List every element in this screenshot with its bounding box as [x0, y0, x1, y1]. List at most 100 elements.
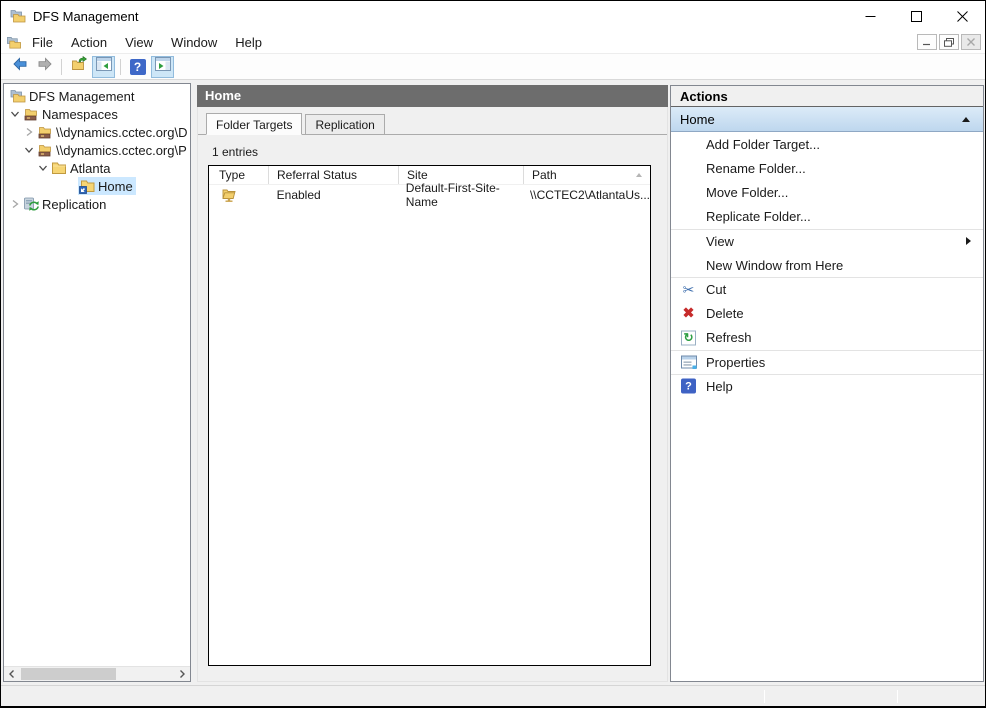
child-window-controls — [917, 34, 981, 50]
back-button[interactable] — [8, 56, 31, 78]
tree-item-label: Atlanta — [70, 161, 110, 176]
menu-view[interactable]: View — [117, 33, 161, 52]
scroll-right-icon[interactable] — [174, 667, 190, 681]
tree-item-label: DFS Management — [29, 89, 135, 104]
tree-item-home[interactable]: Home — [4, 177, 190, 195]
result-pane-body: Folder Targets Replication 1 entries Typ… — [197, 107, 668, 682]
delete-icon: ✖ — [680, 305, 697, 322]
tree-item-replication[interactable]: Replication — [4, 195, 190, 213]
actions-pane-title: Actions — [671, 86, 983, 107]
action-refresh[interactable]: ↻ Refresh — [671, 326, 983, 350]
cut-icon: ✂ — [680, 281, 697, 298]
menubar: File Action View Window Help — [1, 31, 985, 54]
chevron-expanded-icon[interactable] — [36, 159, 50, 177]
action-cut[interactable]: ✂ Cut — [671, 277, 983, 301]
help-button[interactable]: ? — [126, 56, 149, 78]
actions-section-home[interactable]: Home — [671, 107, 983, 132]
console-tree-icon — [96, 57, 112, 76]
tree-item-label: \\dynamics.cctec.org\D — [56, 125, 188, 140]
main-area: DFS Management Namespaces — [1, 80, 985, 685]
help-icon: ? — [130, 59, 146, 75]
menu-file[interactable]: File — [24, 33, 61, 52]
statusbar-divider — [764, 690, 765, 703]
export-list-button[interactable] — [67, 56, 90, 78]
tabstrip: Folder Targets Replication — [198, 107, 667, 135]
console-tree-pane: DFS Management Namespaces — [3, 83, 191, 682]
statusbar — [1, 685, 985, 706]
forward-button[interactable] — [33, 56, 56, 78]
window-controls — [847, 1, 985, 31]
forward-icon — [37, 56, 53, 77]
tree-item-label: Namespaces — [42, 107, 118, 122]
scrollbar-thumb[interactable] — [21, 668, 116, 680]
action-new-window-from-here[interactable]: New Window from Here — [671, 253, 983, 277]
tree-item-label: Home — [98, 179, 133, 194]
statusbar-divider — [897, 690, 898, 703]
namespaces-icon — [23, 106, 39, 122]
chevron-collapsed-icon[interactable] — [8, 195, 22, 213]
collapse-section-icon[interactable] — [962, 117, 970, 122]
column-header-referral-status[interactable]: Referral Status — [269, 166, 399, 184]
result-pane: Home Folder Targets Replication 1 entrie… — [197, 85, 668, 682]
tree-item-namespace-d[interactable]: \\dynamics.cctec.org\D — [4, 123, 190, 141]
action-pane-icon — [155, 57, 171, 76]
scroll-left-icon[interactable] — [4, 667, 20, 681]
action-add-folder-target[interactable]: Add Folder Target... — [671, 132, 983, 156]
chevron-collapsed-icon[interactable] — [22, 123, 36, 141]
sort-ascending-icon — [636, 173, 642, 177]
chevron-spacer — [64, 177, 78, 195]
folder-targets-table: Type Referral Status Site Path — [208, 165, 651, 666]
show-hide-action-pane-button[interactable] — [151, 56, 174, 78]
result-pane-title: Home — [197, 85, 668, 107]
child-restore-button[interactable] — [939, 34, 959, 50]
entries-count-label: 1 entries — [212, 145, 667, 159]
child-minimize-button[interactable] — [917, 34, 937, 50]
actions-pane: Actions Home Add Folder Target... Rename… — [670, 85, 984, 682]
properties-icon — [680, 354, 697, 371]
toolbar-separator — [120, 59, 121, 75]
tree-item-label: Replication — [42, 197, 106, 212]
dfs-root-icon — [10, 88, 26, 104]
tree-horizontal-scrollbar[interactable] — [4, 666, 190, 681]
menu-action[interactable]: Action — [63, 33, 115, 52]
tab-replication[interactable]: Replication — [305, 114, 384, 134]
column-header-type[interactable]: Type — [209, 166, 269, 184]
action-properties[interactable]: Properties — [671, 350, 983, 374]
submenu-arrow-icon — [966, 237, 971, 245]
chevron-expanded-icon[interactable] — [8, 105, 22, 123]
type-cell — [209, 187, 269, 203]
action-replicate-folder[interactable]: Replicate Folder... — [671, 205, 983, 229]
path-cell: \\CCTEC2\AtlantaUs... — [522, 188, 650, 202]
action-delete[interactable]: ✖ Delete — [671, 301, 983, 325]
app-icon — [9, 8, 27, 24]
action-view[interactable]: View — [671, 229, 983, 253]
export-list-icon — [71, 56, 87, 77]
tree-item-label: \\dynamics.cctec.org\P — [56, 143, 187, 158]
action-rename-folder[interactable]: Rename Folder... — [671, 156, 983, 180]
tree-item-namespace-p[interactable]: \\dynamics.cctec.org\P — [4, 141, 190, 159]
column-header-path[interactable]: Path — [524, 166, 650, 184]
console-icon — [6, 35, 22, 50]
action-help[interactable]: ? Help — [671, 374, 983, 398]
action-move-folder[interactable]: Move Folder... — [671, 180, 983, 204]
toolbar-separator — [61, 59, 62, 75]
menu-window[interactable]: Window — [163, 33, 225, 52]
dfs-management-window: DFS Management File Action View Window H… — [0, 0, 986, 708]
tree-item-atlanta[interactable]: Atlanta — [4, 159, 190, 177]
close-button[interactable] — [939, 1, 985, 31]
child-close-button[interactable] — [961, 34, 981, 50]
folder-icon — [51, 160, 67, 176]
dfs-folder-icon — [79, 178, 95, 194]
maximize-button[interactable] — [893, 1, 939, 31]
show-hide-console-tree-button[interactable] — [92, 56, 115, 78]
refresh-icon: ↻ — [680, 329, 697, 346]
menu-help[interactable]: Help — [227, 33, 270, 52]
chevron-expanded-icon[interactable] — [22, 141, 36, 159]
tree-item-namespaces[interactable]: Namespaces — [4, 105, 190, 123]
tree-item-dfs-management[interactable]: DFS Management — [4, 87, 190, 105]
tab-folder-targets[interactable]: Folder Targets — [206, 113, 302, 135]
minimize-button[interactable] — [847, 1, 893, 31]
back-icon — [12, 56, 28, 77]
table-row[interactable]: Enabled Default-First-Site-Name \\CCTEC2… — [209, 185, 650, 205]
titlebar: DFS Management — [1, 1, 985, 31]
